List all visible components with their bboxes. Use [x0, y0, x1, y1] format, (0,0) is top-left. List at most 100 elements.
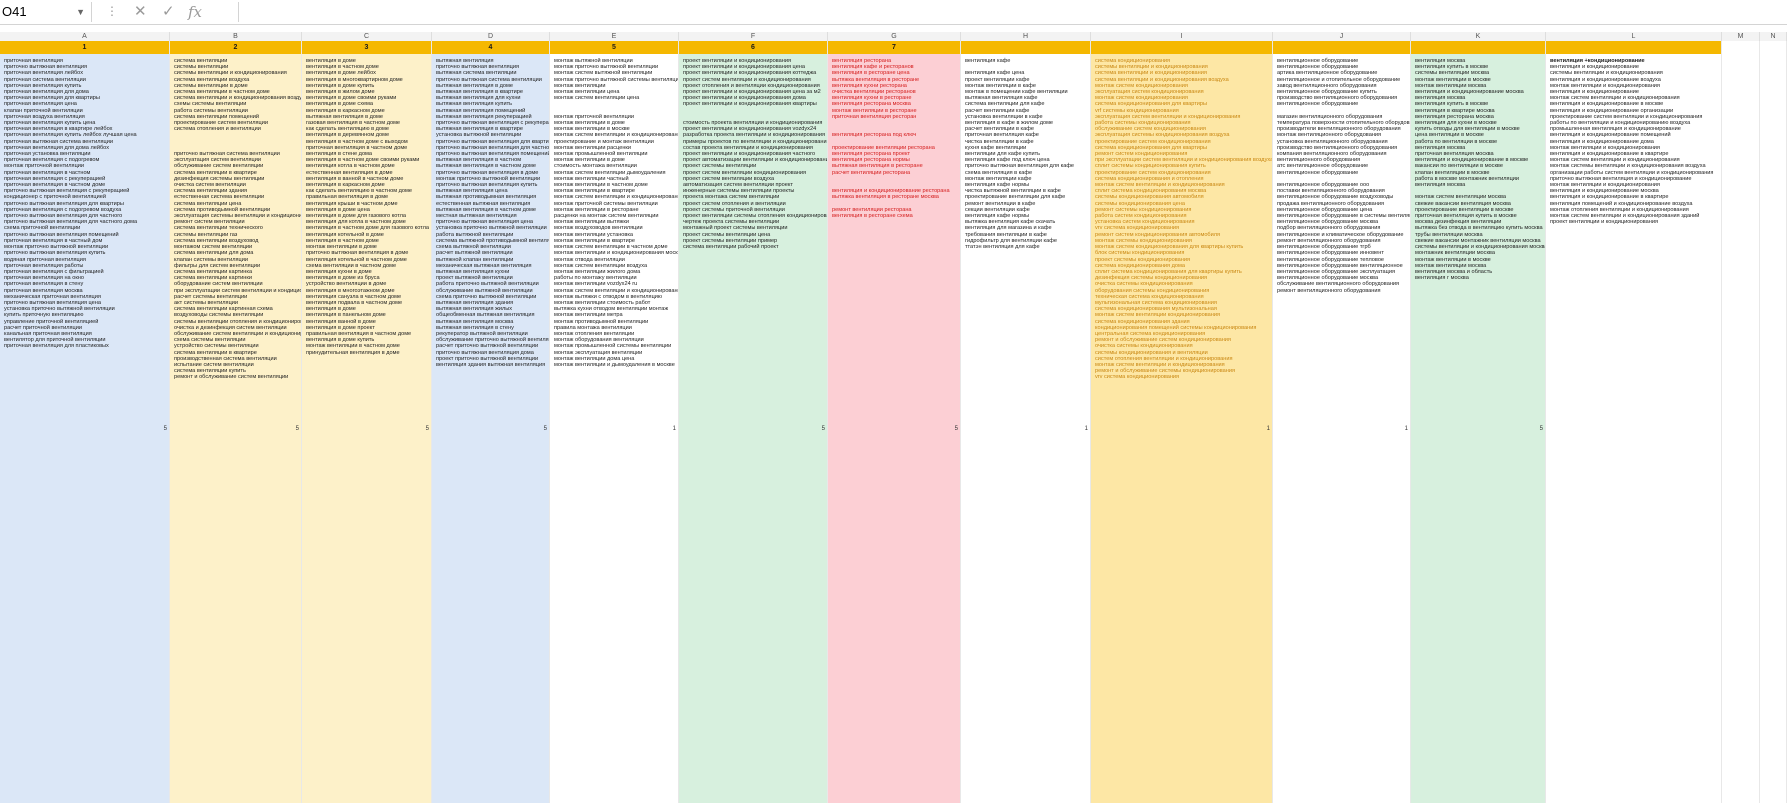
cell-text[interactable]: работа приточно вытяжной вентиляции: [436, 281, 547, 287]
column-header-i[interactable]: I: [1091, 32, 1273, 41]
cell-text[interactable]: схема приточно вытяжной вентиляции: [436, 294, 547, 300]
column-header-g[interactable]: G: [828, 32, 961, 41]
column-header-e[interactable]: E: [550, 32, 679, 41]
cell-text[interactable]: монтаж систем вентиляции дымоудаления: [554, 170, 676, 176]
cell-text[interactable]: проект систем вентиляции кондиционирован…: [683, 170, 825, 176]
column-j[interactable]: вентиляционное оборудование вентиляционно…: [1273, 41, 1411, 803]
cell-text[interactable]: вентиляция здания вытяжная вентиляция: [436, 362, 547, 368]
column-group-number[interactable]: 3: [302, 41, 431, 54]
cancel-icon[interactable]: ✕: [134, 1, 147, 23]
column-cells[interactable]: система кондиционирования системы вентиля…: [1091, 58, 1272, 803]
cell-text[interactable]: вентиляция в ресторане схема: [832, 213, 958, 219]
cell-text[interactable]: монтаж вентиляции и дымоудаления в москв…: [554, 362, 676, 368]
cell-text[interactable]: вентиляция г москва: [1415, 275, 1543, 281]
column-cells[interactable]: вентиляция кафе вентиляция кафе цена прое…: [961, 58, 1090, 803]
column-cells[interactable]: вентиляция ресторана вентиляция кафе и ре…: [828, 58, 960, 803]
cell-text[interactable]: монтаж вытяжки с отводом в вентиляцию: [554, 294, 676, 300]
column-c[interactable]: 3 вентиляция в доме вентиляция в частном д…: [302, 41, 432, 803]
column-header-m[interactable]: M: [1722, 32, 1760, 41]
confirm-icon[interactable]: ✓: [162, 1, 175, 23]
cell-text[interactable]: вентиляционное и климатическое оборудова…: [1277, 232, 1408, 238]
cell-text[interactable]: организации работы систем вентиляции и к…: [1550, 170, 1719, 176]
cell-text[interactable]: установка приточно вытяжной вентиляции: [436, 225, 547, 231]
column-header-b[interactable]: B: [170, 32, 302, 41]
cell-text[interactable]: расчет приточно вытяжной вентиляции: [436, 343, 547, 349]
column-f[interactable]: 6 проект вентиляции и кондиционирования пр…: [679, 41, 828, 803]
cell-text[interactable]: принудительная вентиляция в доме: [306, 350, 429, 356]
column-m[interactable]: [1722, 41, 1760, 803]
column-e[interactable]: 5 монтаж вытяжной вентиляции монтаж приточ…: [550, 41, 679, 803]
column-group-number[interactable]: 5: [550, 41, 678, 54]
column-header-a[interactable]: A: [0, 32, 170, 41]
cell-text[interactable]: вытяжная противодымная вентиляция: [436, 194, 547, 200]
column-cells[interactable]: система вентиляции системы вентиляции сист…: [170, 58, 301, 803]
count-cell[interactable]: 1: [1085, 426, 1088, 432]
column-cells[interactable]: проект вентиляции и кондиционирования про…: [679, 58, 827, 803]
cell-text[interactable]: вытяжная вентиляция в частном доме: [436, 163, 547, 169]
cell-text[interactable]: общеобменная вытяжная вентиляция: [436, 312, 547, 318]
column-cells[interactable]: вытяжная вентиляция приточно вытяжная вен…: [432, 58, 549, 803]
count-cell[interactable]: 5: [164, 426, 167, 432]
cell-text[interactable]: монтаж систем вентиляции и кондициониров…: [554, 288, 678, 294]
column-header-l[interactable]: L: [1546, 32, 1722, 41]
column-cells[interactable]: вентиляция москва вентиляция купить в мос…: [1411, 58, 1545, 803]
cell-text[interactable]: монтаж вентиляции и кондиционирования мо…: [554, 250, 678, 256]
column-d[interactable]: 4 вытяжная вентиляция приточно вытяжная ве…: [432, 41, 550, 803]
count-cell[interactable]: 5: [296, 426, 299, 432]
cell-text[interactable]: примеры проектов по вентиляции и кондици…: [683, 139, 827, 145]
column-n[interactable]: [1760, 41, 1787, 803]
count-cell[interactable]: 5: [544, 426, 547, 432]
cell-text[interactable]: монтаж приточно вытяжной системы вентиля…: [554, 77, 678, 83]
column-g[interactable]: 7 вентиляция ресторана вентиляция кафе и р…: [828, 41, 961, 803]
column-h[interactable]: вентиляция кафе вентиляция кафе цена прое…: [961, 41, 1091, 803]
cell-text[interactable]: обслуживание вытяжной вентиляции: [436, 288, 547, 294]
column-header-c[interactable]: C: [302, 32, 432, 41]
cell-text[interactable]: приточно вытяжная вентиляция в доме: [436, 170, 547, 176]
column-group-number[interactable]: 1: [0, 41, 169, 54]
cell-text[interactable]: механическая вытяжная вентиляция: [436, 263, 547, 269]
column-cells[interactable]: вентиляция в доме вентиляция в частном до…: [302, 58, 431, 803]
cell-text[interactable]: приточно вытяжная вентиляция дома: [436, 350, 547, 356]
column-k[interactable]: вентиляция москва вентиляция купить в мос…: [1411, 41, 1546, 803]
cell-text[interactable]: монтаж системы вентиляции и кондициониро…: [1550, 163, 1719, 169]
column-group-number[interactable]: 7: [828, 41, 960, 54]
column-header-d[interactable]: D: [432, 32, 550, 41]
chevron-down-icon[interactable]: ▼: [76, 2, 85, 22]
column-b[interactable]: 2 система вентиляции системы вентиляции сис…: [170, 41, 302, 803]
column-i[interactable]: система кондиционирования системы вентиля…: [1091, 41, 1273, 803]
cell-text[interactable]: проект вентиляции и кондиционирования: [1550, 219, 1719, 225]
count-cell[interactable]: 5: [822, 426, 825, 432]
cell-text[interactable]: разработка проекта вентиляции и кондицио…: [683, 132, 825, 138]
cell-text[interactable]: системы вентиляции и кондиционирования: [174, 70, 299, 76]
column-group-number[interactable]: 4: [432, 41, 549, 54]
column-header-j[interactable]: J: [1273, 32, 1411, 41]
cell-text[interactable]: проект вентиляции и кондиционирования ко…: [683, 70, 825, 76]
cell-text[interactable]: системы вентиляции отопления и кондицион…: [174, 319, 301, 325]
count-cell[interactable]: 1: [1405, 426, 1408, 432]
count-cell[interactable]: 5: [426, 426, 429, 432]
column-header-h[interactable]: H: [961, 32, 1091, 41]
cell-text[interactable]: вытяжка без отвода в вентиляцию купить м…: [1415, 225, 1543, 231]
spreadsheet-grid[interactable]: 1 приточная вентиляция приточно вытяжная в…: [0, 41, 1787, 803]
cell-text[interactable]: монтаж систем вентиляции и кондициониров…: [554, 132, 678, 138]
cell-text[interactable]: приточно вытяжная вентиляция для квартир…: [436, 139, 549, 145]
cell-text[interactable]: vrv система кондиционирования: [1095, 374, 1270, 380]
count-cell[interactable]: 1: [1267, 426, 1270, 432]
count-cell[interactable]: 5: [955, 426, 958, 432]
column-group-number[interactable]: [961, 41, 1090, 54]
count-cell[interactable]: 5: [1540, 426, 1543, 432]
column-cells[interactable]: [1760, 58, 1786, 803]
cell-text[interactable]: проект вентиляции и кондиционирования кв…: [683, 101, 825, 107]
cell-text[interactable]: ремонт вентиляционного оборудования: [1277, 288, 1408, 294]
column-group-number[interactable]: 2: [170, 41, 301, 54]
column-cells[interactable]: [1722, 58, 1759, 803]
cell-text[interactable]: ттатэн вентиляция для кафе: [965, 244, 1088, 250]
cell-text[interactable]: при эксплуатации систем вентиляции и кон…: [174, 288, 301, 294]
cell-text[interactable]: проект систем вентиляции и кондициониров…: [683, 77, 825, 83]
column-cells[interactable]: монтаж вытяжной вентиляции монтаж приточн…: [550, 58, 678, 803]
cell-text[interactable]: обслуживание вентиляционного оборудовани…: [1277, 281, 1408, 287]
cell-text[interactable]: вентиляционное оборудование вентиляционн…: [1277, 263, 1408, 269]
cell-text[interactable]: приточная вентиляция для пластиковых: [4, 343, 167, 349]
column-group-number[interactable]: [1411, 41, 1545, 54]
more-options-icon[interactable]: ⋮: [106, 4, 118, 18]
